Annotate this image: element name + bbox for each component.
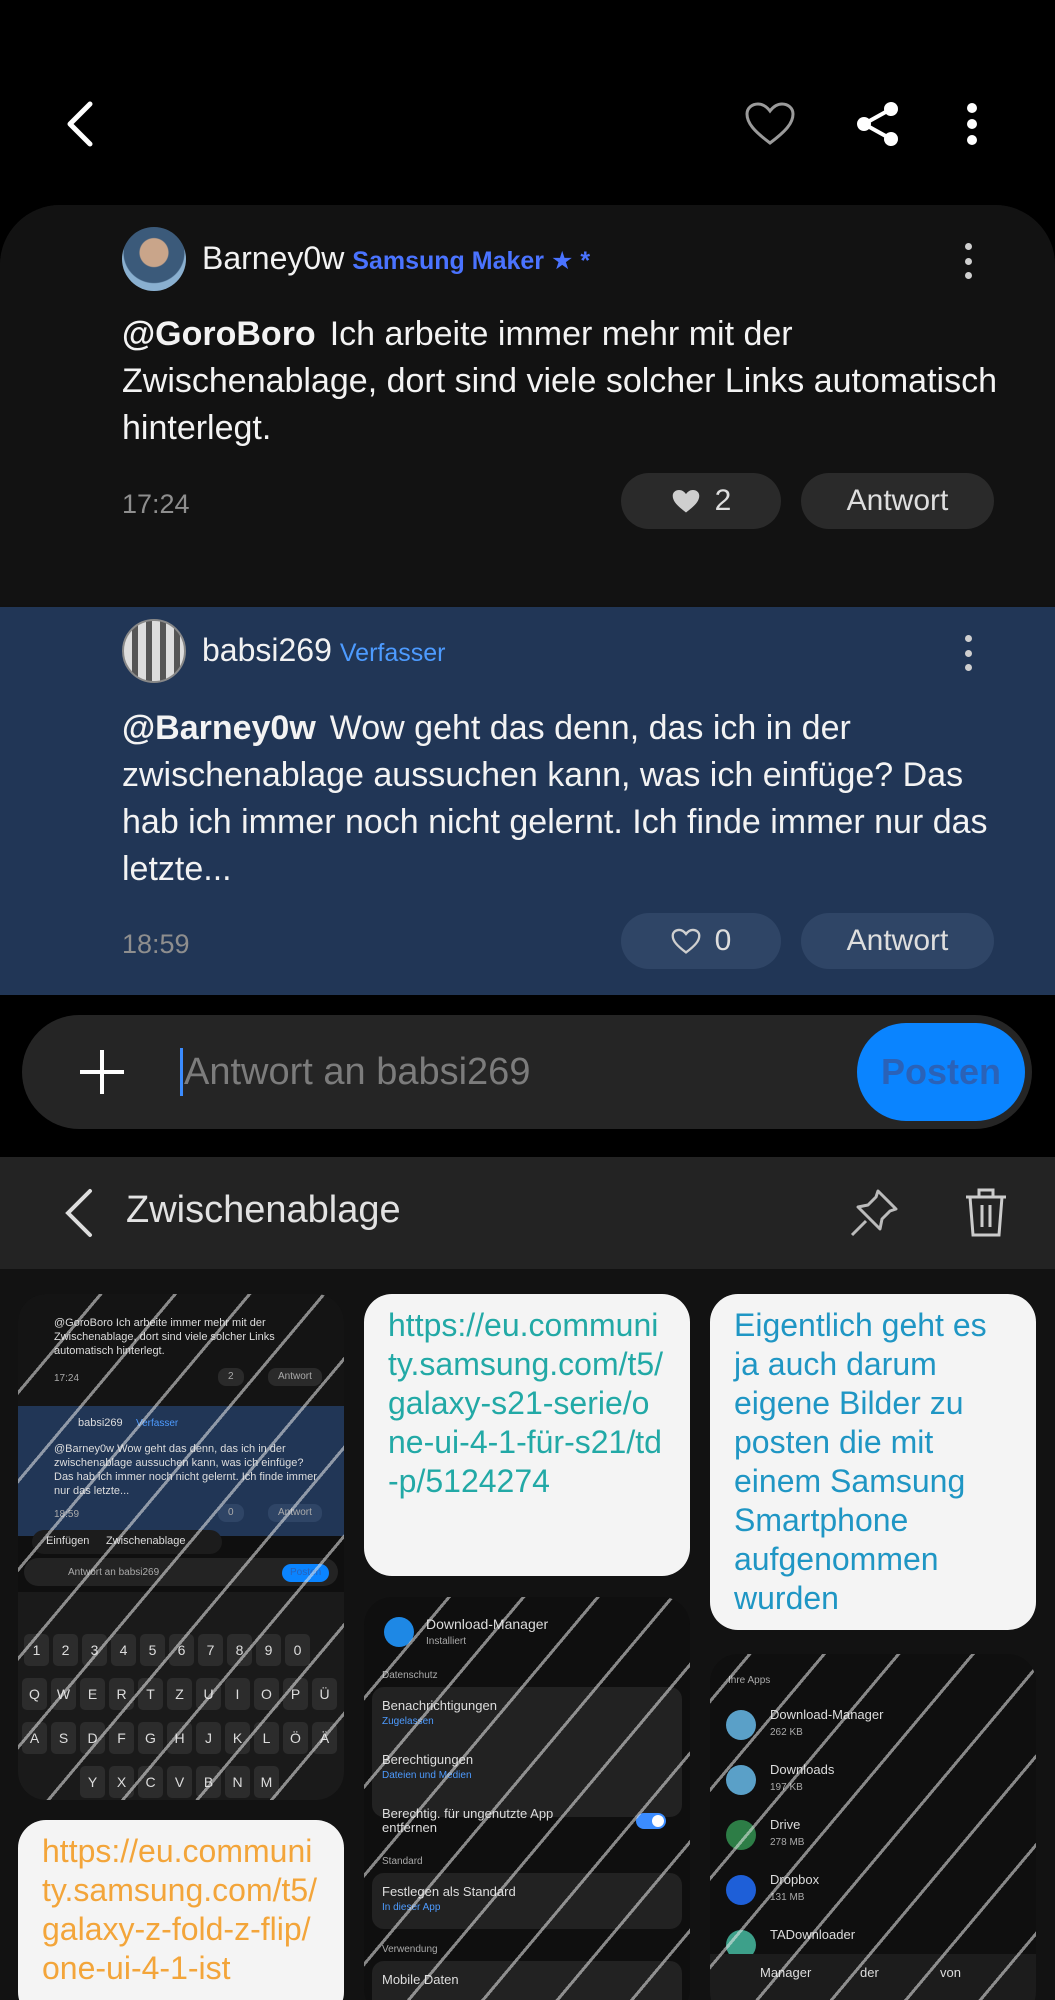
like-button[interactable]: 0: [621, 913, 781, 969]
keyboard-key: 0: [285, 1634, 310, 1666]
reply-button[interactable]: Antwort: [801, 913, 994, 969]
keyboard-key: F: [109, 1722, 134, 1754]
comment-text: @GoroBoro Ich arbeite immer mehr mit der …: [122, 311, 1002, 452]
comment-author[interactable]: Barney0w Samsung Maker ★ *: [202, 240, 590, 277]
keyboard-key: V: [167, 1766, 192, 1798]
keyboard-key: 1: [24, 1634, 49, 1666]
heart-filled-icon: [672, 489, 699, 512]
like-count: 2: [714, 484, 732, 517]
keyboard-key: 4: [111, 1634, 136, 1666]
username[interactable]: babsi269: [202, 632, 332, 668]
clipboard-image-item[interactable]: Ihre Apps Download-Manager 262 KB Downloa…: [710, 1654, 1036, 2000]
avatar[interactable]: [122, 227, 186, 291]
avatar[interactable]: [122, 619, 186, 683]
keyboard-key: 3: [82, 1634, 107, 1666]
comment-author[interactable]: babsi269 Verfasser: [202, 632, 446, 669]
keyboard-key: W: [51, 1678, 76, 1710]
keyboard-key: Z: [167, 1678, 192, 1710]
clipboard-image-item[interactable]: @GoroBoro Ich arbeite immer mehr mit der…: [18, 1294, 344, 1800]
mention-link[interactable]: @Barney0w: [122, 709, 316, 747]
keyboard-key: N: [225, 1766, 250, 1798]
comment-more-icon[interactable]: [952, 237, 984, 285]
keyboard-key: G: [138, 1722, 163, 1754]
like-count: 0: [714, 924, 732, 957]
reply-button[interactable]: Antwort: [801, 473, 994, 529]
keyboard-key: M: [254, 1766, 279, 1798]
comment-item: babsi269 Verfasser @Barney0w Wow geht das …: [0, 607, 1055, 995]
keyboard-key: Q: [22, 1678, 47, 1710]
user-badge: Samsung Maker ★ *: [352, 247, 591, 275]
heart-outline-icon: [671, 928, 701, 954]
keyboard-key: Ä: [312, 1722, 337, 1754]
share-icon[interactable]: [846, 92, 910, 156]
keyboard-key: 8: [227, 1634, 252, 1666]
keyboard-key: B: [196, 1766, 221, 1798]
clipboard-text-item[interactable]: https://eu.community.samsung.com/t5/gala…: [364, 1294, 690, 1576]
keyboard-key: U: [196, 1678, 221, 1710]
keyboard-key: H: [167, 1722, 192, 1754]
text-cursor: [180, 1048, 183, 1096]
app-bar: [0, 0, 1055, 205]
trash-icon[interactable]: [958, 1185, 1014, 1241]
keyboard-key: X: [109, 1766, 134, 1798]
back-arrow-icon[interactable]: [48, 92, 112, 156]
clipboard-back-icon[interactable]: [56, 1187, 104, 1239]
keyboard-key: E: [80, 1678, 105, 1710]
keyboard-key: S: [51, 1722, 76, 1754]
keyboard-key: Ö: [283, 1722, 308, 1754]
clipboard-text-item[interactable]: Eigentlich geht es ja auch darum eigene …: [710, 1294, 1036, 1630]
keyboard-key: C: [138, 1766, 163, 1798]
add-attachment-icon[interactable]: [74, 1044, 130, 1100]
keyboard-key: K: [225, 1722, 250, 1754]
comment-time: 18:59: [122, 929, 190, 959]
user-badge: Verfasser: [339, 639, 446, 667]
keyboard-key: 6: [169, 1634, 194, 1666]
reply-input[interactable]: Antwort an babsi269: [184, 1051, 530, 1094]
keyboard-key: Ü: [312, 1678, 337, 1710]
toggle-switch: [636, 1813, 666, 1829]
keyboard-key: P: [283, 1678, 308, 1710]
download-manager-icon: [384, 1617, 414, 1647]
keyboard-key: O: [254, 1678, 279, 1710]
reply-composer: Antwort an babsi269 Posten: [22, 1015, 1032, 1129]
pin-icon[interactable]: [846, 1185, 902, 1241]
keyboard-key: J: [196, 1722, 221, 1754]
heart-outline-icon[interactable]: [738, 92, 802, 156]
more-vertical-icon[interactable]: [940, 92, 1004, 156]
clipboard-title: Zwischenablage: [126, 1189, 401, 1231]
like-button[interactable]: 2: [621, 473, 781, 529]
clipboard-image-item[interactable]: Download-Manager Installiert Datenschutz…: [364, 1597, 690, 2000]
keyboard-key: 7: [198, 1634, 223, 1666]
mention-link[interactable]: @GoroBoro: [122, 315, 316, 353]
keyboard-key: T: [138, 1678, 163, 1710]
keyboard-key: D: [80, 1722, 105, 1754]
post-button[interactable]: Posten: [857, 1023, 1025, 1121]
clipboard-header: Zwischenablage: [0, 1157, 1055, 1269]
keyboard-key: 2: [53, 1634, 78, 1666]
keyboard-key: L: [254, 1722, 279, 1754]
keyboard-key: I: [225, 1678, 250, 1710]
keyboard-key: R: [109, 1678, 134, 1710]
comment-time: 17:24: [122, 489, 190, 519]
keyboard-key: 9: [256, 1634, 281, 1666]
keyboard-key: A: [22, 1722, 47, 1754]
keyboard-key: Y: [80, 1766, 105, 1798]
comment-item: Barney0w Samsung Maker ★ * @GoroBoro Ich a…: [0, 205, 1055, 605]
comment-text: @Barney0w Wow geht das denn, das ich in d…: [122, 705, 1002, 893]
clipboard-text-item[interactable]: https://eu.community.samsung.com/t5/gala…: [18, 1820, 344, 2000]
username[interactable]: Barney0w: [202, 240, 344, 276]
comment-more-icon[interactable]: [952, 629, 984, 677]
comment-list: Barney0w Samsung Maker ★ * @GoroBoro Ich a…: [0, 205, 1055, 995]
keyboard-key: 5: [140, 1634, 165, 1666]
